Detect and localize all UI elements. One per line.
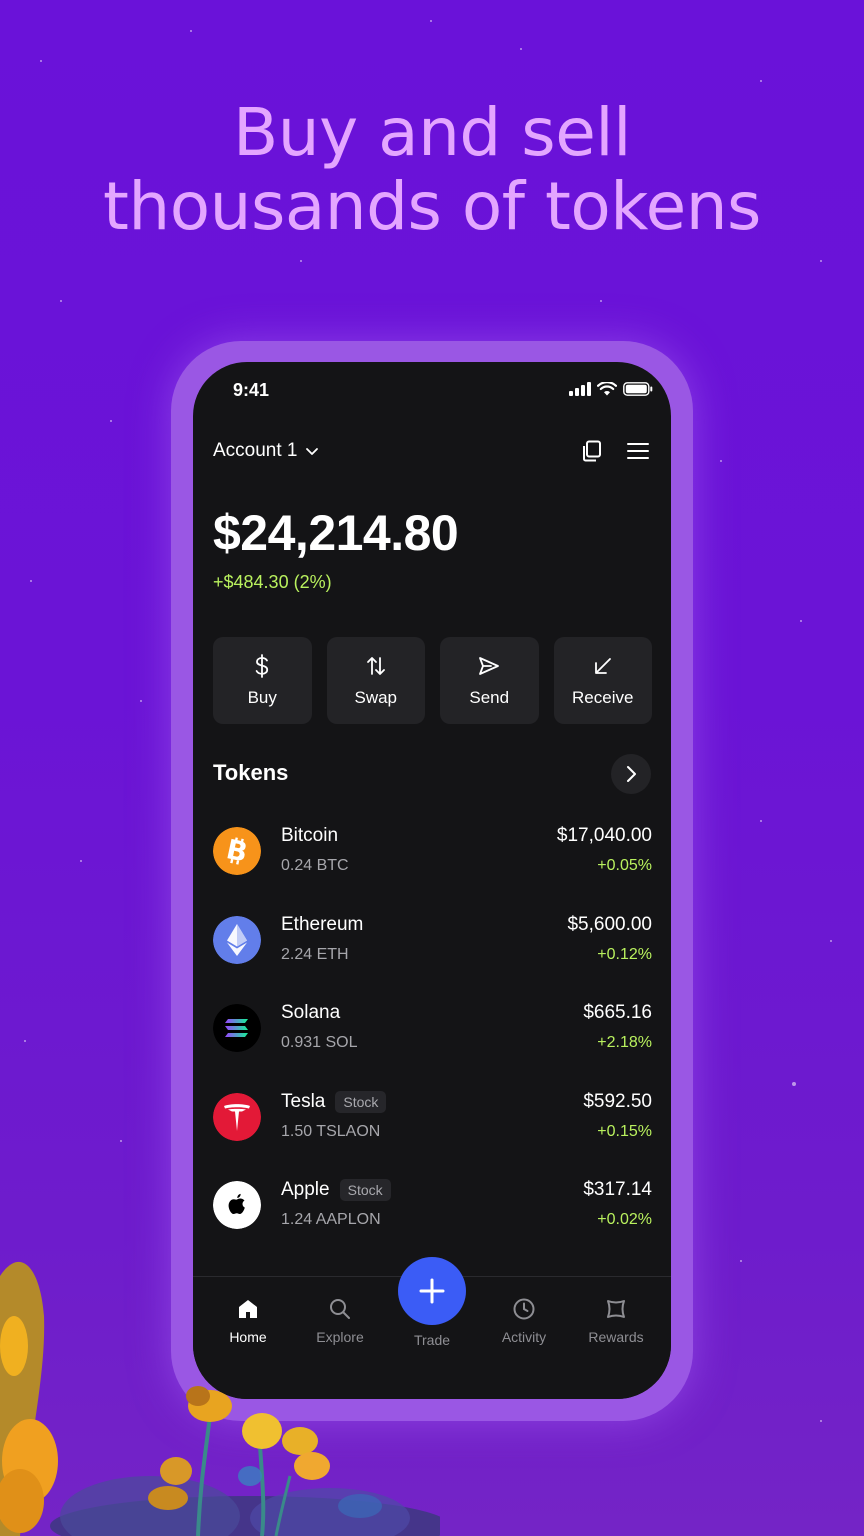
nav-rewards-label: Rewards: [588, 1329, 644, 1345]
tokens-header: Tokens: [213, 754, 651, 798]
copy-icon: [583, 440, 601, 462]
account-header: Account 1: [213, 438, 651, 468]
nav-home-label: Home: [229, 1329, 267, 1345]
menu-button[interactable]: [625, 438, 651, 464]
copy-address-button[interactable]: [579, 438, 605, 464]
swap-arrows-icon: [366, 656, 385, 675]
wifi-icon: [597, 382, 617, 396]
token-amount: 1.50 TSLAON: [281, 1122, 381, 1140]
nav-activity-label: Activity: [501, 1329, 547, 1345]
total-balance: $24,214.80: [213, 505, 459, 561]
token-change: +2.18%: [597, 1034, 652, 1051]
token-amount: 0.931 SOL: [281, 1034, 358, 1051]
tokens-see-all-button[interactable]: [611, 754, 651, 794]
ethereum-icon: [213, 915, 261, 964]
solana-icon: [213, 1004, 261, 1052]
token-name: Ethereum: [281, 913, 364, 935]
trade-button[interactable]: [398, 1257, 466, 1325]
status-time: 9:41: [233, 380, 270, 400]
bottom-nav: Home Explore Trade Activity Rewards: [193, 1257, 671, 1399]
token-row-tesla[interactable]: Tesla Stock 1.50 TSLAON $592.50 +0.15%: [213, 1089, 652, 1178]
token-amount: 1.24 AAPLON: [281, 1211, 381, 1228]
token-list: B Bitcoin 0.24 BTC $17,040.00 +0.05% Eth…: [213, 823, 652, 1266]
token-name-row: Tesla Stock: [281, 1090, 387, 1113]
nav-rewards[interactable]: Rewards: [576, 1297, 656, 1345]
token-value: $17,040.00: [556, 825, 652, 846]
send-label: Send: [469, 687, 510, 707]
home-icon: [239, 1300, 257, 1318]
token-name: Bitcoin: [281, 825, 339, 846]
headline-line-1: Buy and sell: [233, 94, 631, 171]
token-change: +0.02%: [597, 1211, 652, 1228]
buy-label: Buy: [247, 687, 277, 707]
token-name-row: Apple Stock: [281, 1179, 391, 1201]
nav-explore[interactable]: Explore: [300, 1297, 380, 1345]
nav-trade-label: Trade: [413, 1332, 451, 1348]
stock-badge: Stock: [335, 1090, 387, 1113]
tesla-icon: [213, 1092, 261, 1141]
token-row-solana[interactable]: Solana 0.931 SOL $665.16 +2.18%: [213, 1000, 652, 1089]
token-value: $665.16: [583, 1002, 652, 1023]
nav-home[interactable]: Home: [208, 1297, 288, 1345]
chevron-right-icon: [627, 766, 636, 782]
token-value: $5,600.00: [567, 913, 652, 935]
token-amount: 2.24 ETH: [281, 945, 349, 963]
clock-icon: [513, 1298, 535, 1320]
nav-explore-label: Explore: [316, 1329, 364, 1345]
token-change: +0.05%: [597, 857, 652, 874]
nav-activity[interactable]: Activity: [484, 1297, 564, 1345]
account-actions: [579, 438, 651, 464]
token-name-row: Ethereum: [281, 914, 363, 936]
send-button[interactable]: Send: [440, 637, 539, 724]
balance-change: +$484.30 (2%): [213, 572, 332, 592]
account-selector[interactable]: Account 1: [213, 440, 320, 462]
token-change: +0.15%: [597, 1122, 652, 1140]
status-icons: [569, 382, 653, 396]
cellular-signal-icon: [569, 382, 591, 396]
swap-button[interactable]: Swap: [326, 637, 425, 724]
token-name: Solana: [281, 1002, 341, 1023]
apple-icon: [213, 1181, 261, 1229]
token-name: Tesla: [281, 1090, 326, 1112]
account-name: Account 1: [213, 440, 298, 461]
buy-button[interactable]: Buy: [213, 637, 312, 724]
rewards-icon: [607, 1300, 625, 1318]
tokens-title: Tokens: [213, 760, 289, 785]
token-name: Apple: [281, 1179, 330, 1200]
status-bar: 9:41: [193, 362, 671, 422]
receive-arrow-icon: [594, 657, 611, 674]
search-icon: [330, 1299, 350, 1319]
token-amount: 0.24 BTC: [281, 857, 349, 874]
receive-button[interactable]: Receive: [553, 637, 652, 724]
plus-icon: [419, 1278, 445, 1304]
chevron-down-icon: [305, 448, 318, 455]
token-row-ethereum[interactable]: Ethereum 2.24 ETH $5,600.00 +0.12%: [213, 912, 652, 1001]
token-value: $592.50: [583, 1090, 652, 1112]
send-icon: [479, 656, 500, 675]
token-name-row: Bitcoin: [281, 825, 338, 847]
battery-icon: [623, 382, 653, 396]
receive-label: Receive: [572, 687, 634, 707]
quick-actions: Buy Swap Send Receive: [213, 637, 652, 724]
dollar-icon: [255, 653, 269, 678]
stock-badge: Stock: [339, 1179, 391, 1201]
token-row-bitcoin[interactable]: B Bitcoin 0.24 BTC $17,040.00 +0.05%: [213, 823, 652, 912]
token-value: $317.14: [583, 1179, 652, 1200]
phone-screen: 9:41 Account 1 $24,214.80 +$484.30 (2%) …: [193, 362, 671, 1399]
hamburger-menu-icon: [627, 443, 649, 459]
token-row-apple[interactable]: Apple Stock 1.24 AAPLON $317.14 +0.02%: [213, 1177, 652, 1266]
headline-line-2: thousands of tokens: [103, 168, 761, 245]
headline: Buy and sell thousands of tokens: [0, 96, 864, 244]
token-name-row: Solana: [281, 1002, 340, 1024]
swap-label: Swap: [354, 687, 398, 707]
token-change: +0.12%: [597, 945, 652, 963]
bitcoin-icon: B: [213, 827, 261, 875]
